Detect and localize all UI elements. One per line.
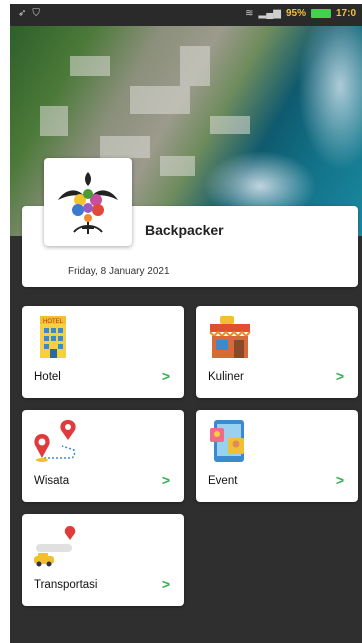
chevron-right-icon[interactable]: > xyxy=(336,368,344,384)
phone-event-icon xyxy=(210,420,244,462)
battery-percent: 95% xyxy=(285,8,306,19)
food-stall-icon xyxy=(209,316,251,358)
signal-icon: ▂▄▆ xyxy=(258,8,281,19)
menu-label: Hotel xyxy=(34,371,61,383)
chevron-right-icon[interactable]: > xyxy=(162,576,170,592)
navigation-icon: ➶ xyxy=(18,8,27,19)
logo-box xyxy=(44,158,132,246)
menu-tile-wisata[interactable]: Wisata > xyxy=(22,410,184,502)
menu-label: Event xyxy=(208,475,238,487)
menu-label: Kuliner xyxy=(208,371,244,383)
profile-date: Friday, 8 January 2021 xyxy=(68,266,170,277)
profile-name: Backpacker xyxy=(145,222,224,238)
status-bar: ➶ ⛉ ≋ ▂▄▆ 95% 17:0 xyxy=(10,4,362,26)
batik-crest-icon xyxy=(58,172,118,234)
clock: 17:0 xyxy=(335,8,356,19)
shield-icon: ⛉ xyxy=(32,8,40,19)
taxi-location-icon xyxy=(34,526,76,567)
chevron-right-icon[interactable]: > xyxy=(162,472,170,488)
menu-tile-event[interactable]: Event > xyxy=(196,410,358,502)
menu-tile-kuliner[interactable]: Kuliner > xyxy=(196,306,358,398)
map-pins-route-icon xyxy=(34,420,76,462)
menu-tile-transportasi[interactable]: Transportasi > xyxy=(22,514,184,606)
chevron-right-icon[interactable]: > xyxy=(336,472,344,488)
app-screen: ➶ ⛉ ≋ ▂▄▆ 95% 17:0 Backpacker Friday, 8 … xyxy=(10,4,362,643)
menu-label: Wisata xyxy=(34,475,70,487)
menu-label: Transportasi xyxy=(34,579,98,591)
chevron-right-icon[interactable]: > xyxy=(162,368,170,384)
hotel-building-icon: HOTEL xyxy=(40,316,66,358)
menu-tile-hotel[interactable]: HOTEL Hotel > xyxy=(22,306,184,398)
wifi-icon: ≋ xyxy=(245,8,254,19)
battery-icon xyxy=(310,9,331,18)
